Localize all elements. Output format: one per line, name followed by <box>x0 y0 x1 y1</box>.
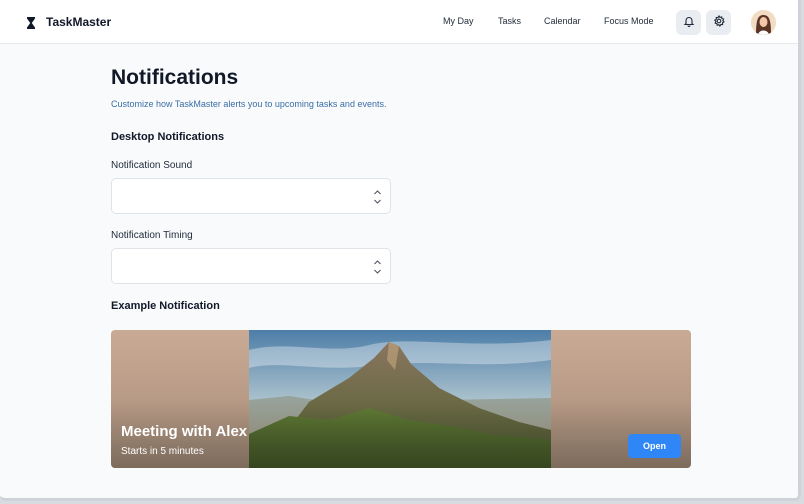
example-notification-heading: Example Notification <box>111 300 220 312</box>
notification-title: Meeting with Alex <box>121 423 248 440</box>
chevron-up-down-icon <box>373 188 382 206</box>
app-window: TaskMaster My Day Tasks Calendar Focus M… <box>0 0 801 501</box>
notifications-button[interactable] <box>676 10 701 35</box>
user-avatar[interactable] <box>751 10 776 35</box>
example-notification-card: Meeting with Alex Starts in 5 minutes Op… <box>111 330 691 468</box>
top-navigation-bar: TaskMaster My Day Tasks Calendar Focus M… <box>0 0 798 44</box>
nav-focus-mode[interactable]: Focus Mode <box>604 16 654 26</box>
gear-icon <box>713 14 725 32</box>
notification-subtitle: Starts in 5 minutes <box>121 446 204 457</box>
notification-sound-label: Notification Sound <box>111 160 193 171</box>
desktop-notifications-heading: Desktop Notifications <box>111 131 225 143</box>
open-button[interactable]: Open <box>628 434 681 458</box>
app-name: TaskMaster <box>46 15 112 29</box>
hourglass-icon <box>26 16 36 29</box>
page-subtitle: Customize how TaskMaster alerts you to u… <box>111 99 387 109</box>
nav-my-day[interactable]: My Day <box>443 16 474 26</box>
notification-timing-select[interactable] <box>111 248 391 284</box>
nav-tasks[interactable]: Tasks <box>498 16 521 26</box>
nav-calendar[interactable]: Calendar <box>544 16 581 26</box>
notification-timing-label: Notification Timing <box>111 230 193 241</box>
page-title: Notifications <box>111 66 239 89</box>
chevron-up-down-icon <box>373 258 382 276</box>
bell-icon <box>683 14 695 32</box>
settings-button[interactable] <box>706 10 731 35</box>
brand[interactable]: TaskMaster <box>26 13 111 31</box>
notification-sound-select[interactable] <box>111 178 391 214</box>
